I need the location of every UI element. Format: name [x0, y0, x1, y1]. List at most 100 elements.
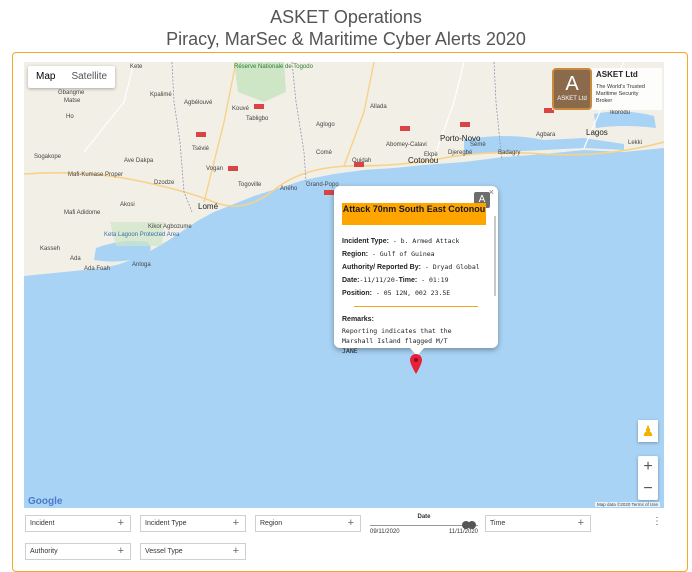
add-icon[interactable]: + [118, 544, 124, 559]
place-label: Agbélouvé [184, 100, 213, 106]
logo-letter: A [565, 73, 579, 95]
position-row: Position: - 05 12N, 002 23.5E [342, 287, 492, 300]
remarks-label: Remarks: [342, 316, 374, 323]
more-options-icon[interactable]: ⋮ [652, 516, 662, 527]
page-subtitle: Piracy, MarSec & Maritime Cyber Alerts 2… [166, 29, 526, 49]
place-label: Aglogo [316, 122, 335, 128]
route-shield [196, 132, 206, 137]
region-filter-label: Region [260, 520, 283, 527]
zoom-control: + − [638, 456, 658, 500]
add-icon[interactable]: + [118, 516, 124, 531]
add-icon[interactable]: + [233, 516, 239, 531]
place-label: Lekki [628, 140, 643, 146]
place-label: Lagos [586, 128, 608, 137]
position-label: Position: [342, 290, 372, 297]
place-label: Ikorodu [610, 110, 631, 116]
place-label: Allada [370, 104, 387, 110]
place-label: Aného [280, 186, 298, 192]
company-logo: A ASKET Ltd ASKET Ltd The World's Truste… [552, 68, 662, 110]
pegman-icon[interactable]: ♟ [638, 420, 658, 442]
time-value: - 01:19 [417, 276, 449, 284]
logo-company-name: ASKET Ltd [596, 70, 638, 79]
map-type-map-button[interactable]: Map [28, 66, 63, 88]
page-header: ASKET Operations Piracy, MarSec & Mariti… [0, 6, 692, 50]
place-label: Ada Foah [84, 266, 111, 272]
date-range-label: Date [417, 514, 431, 520]
logo-mark: A ASKET Ltd [552, 68, 592, 110]
map-view[interactable]: Map Satellite Kete Gbangme Matse Ho Kpal… [24, 62, 664, 508]
place-label: Vogan [206, 166, 224, 172]
place-label: Ouidah [352, 158, 372, 164]
place-label: Ave Dakpa [124, 158, 154, 164]
map-type-control: Map Satellite [28, 66, 116, 88]
time-filter-label: Time [490, 520, 506, 527]
route-shield [228, 166, 238, 171]
zoom-out-button[interactable]: − [638, 478, 658, 500]
place-label: Kpalimé [150, 92, 172, 98]
place-label: Matse [64, 98, 81, 104]
place-label: Agbara [536, 132, 556, 138]
incident-marker-icon[interactable] [410, 354, 422, 374]
logo-tagline: The World's Trusted Maritime Security Br… [596, 84, 645, 104]
place-label: Tsévié [192, 146, 210, 152]
date-range-start: 09/11/2020 [370, 529, 400, 535]
date-slider-end-handle[interactable] [468, 521, 476, 529]
position-value: - 05 12N, 002 23.5E [371, 289, 451, 297]
authority-value: - Dryad Global [420, 263, 480, 271]
place-label: Anloga [132, 262, 151, 268]
place-label: Gbangme [58, 90, 85, 96]
place-label: Kasseh [40, 246, 61, 252]
zoom-in-button[interactable]: + [638, 456, 658, 478]
add-icon[interactable]: + [348, 516, 354, 531]
place-label: Sèmè [470, 142, 486, 148]
add-icon[interactable]: + [233, 544, 239, 559]
vessel-type-filter-label: Vessel Type [145, 548, 183, 555]
place-label: Kete [130, 64, 143, 70]
map-type-satellite-button[interactable]: Satellite [63, 66, 115, 88]
time-filter[interactable]: Time + [485, 515, 591, 532]
remarks-text: Reporting indicates that the Marshall Is… [342, 327, 452, 355]
place-label: Tabligbo [246, 116, 269, 122]
authority-row: Authority/ Reported By: - Dryad Global [342, 261, 492, 274]
region-value: - Gulf of Guinea [368, 250, 435, 258]
vessel-type-filter[interactable]: Vessel Type + [140, 543, 246, 560]
place-label: Sogakope [34, 154, 62, 160]
authority-filter[interactable]: Authority + [25, 543, 131, 560]
place-label: Ada [70, 256, 81, 262]
place-label: Ho [66, 114, 74, 120]
place-label: Kikor Agbozume [148, 224, 192, 230]
incident-info-window: × A Attack 70nm South East Cotonou Incid… [334, 186, 498, 355]
date-range-end: 11/11/2020 [448, 529, 478, 535]
route-shield [324, 190, 334, 195]
place-label: Togoville [238, 182, 262, 188]
date-time-row: Date:-11/11/20-Time: - 01:19 [342, 274, 492, 287]
popup-divider [354, 306, 478, 307]
place-label: Kouvé [232, 106, 250, 112]
date-range-slider[interactable]: Date 09/11/2020 11/11/2020 [370, 514, 478, 538]
authority-filter-label: Authority [30, 548, 58, 555]
place-label: Badagry [498, 150, 521, 156]
logo-small-text: ASKET Ltd [557, 96, 587, 102]
incident-type-row: Incident Type: - b. Armed Attack [342, 235, 492, 248]
route-shield [460, 122, 470, 127]
incident-filter[interactable]: Incident + [25, 515, 131, 532]
incident-type-label: Incident Type: [342, 238, 389, 245]
add-icon[interactable]: + [578, 516, 584, 531]
incident-filter-label: Incident [30, 520, 55, 527]
map-attribution[interactable]: Map data ©2020 Terms of Use [594, 502, 660, 507]
incident-type-filter[interactable]: Incident Type + [140, 515, 246, 532]
incident-type-value: - b. Armed Attack [388, 237, 460, 245]
place-label: Lomé [198, 202, 219, 211]
remarks-row: Remarks: [342, 313, 492, 326]
region-filter[interactable]: Region + [255, 515, 361, 532]
region-label: Region: [342, 251, 369, 258]
place-label: Mafi-Kumase Proper [68, 172, 124, 178]
place-label: Comè [316, 150, 333, 156]
place-label: Akosi [120, 202, 135, 208]
route-shield [254, 104, 264, 109]
popup-scrollbar[interactable] [494, 216, 496, 296]
place-label: Dzodze [154, 180, 175, 186]
date-label: Date: [342, 277, 360, 284]
google-logo: Google [28, 496, 63, 507]
place-label: Djeregbé [448, 150, 473, 156]
